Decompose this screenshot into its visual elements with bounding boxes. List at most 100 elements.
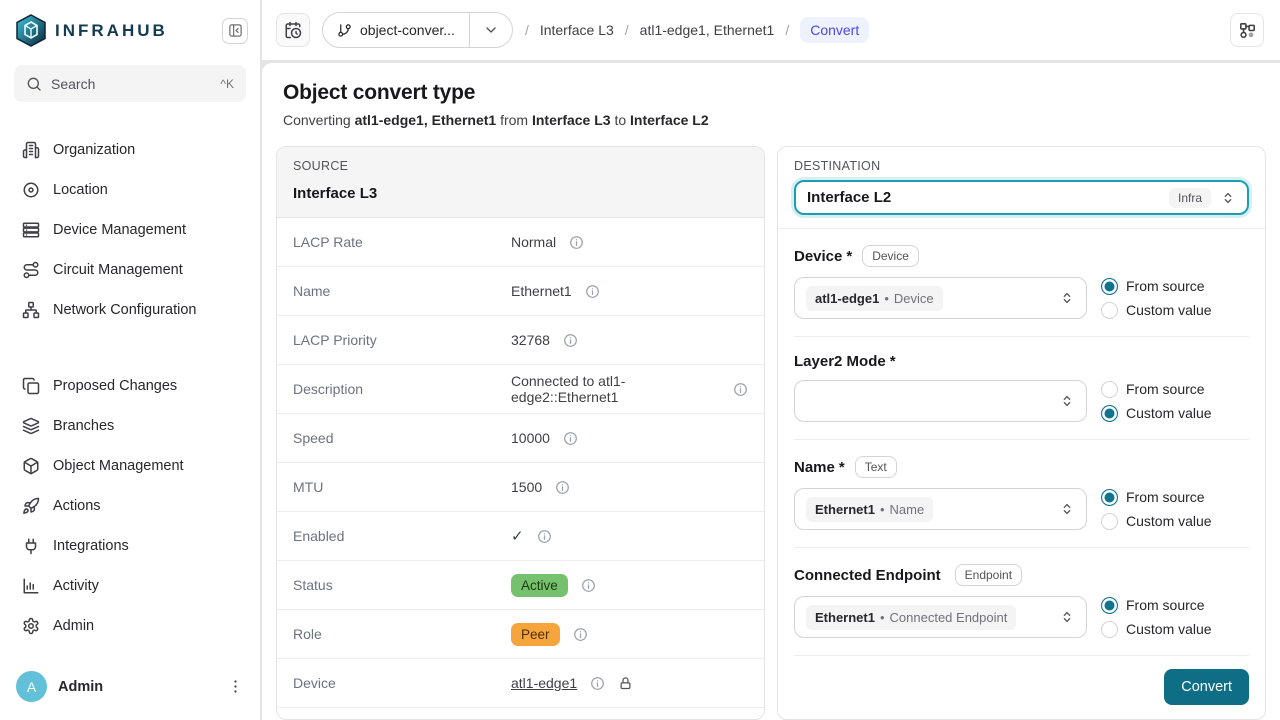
row-label: LACP Rate xyxy=(293,234,511,250)
radio-custom-value[interactable]: Custom value xyxy=(1101,513,1249,530)
sidebar-item-label: Branches xyxy=(53,418,114,434)
radio-dot xyxy=(1101,278,1118,295)
avatar: A xyxy=(16,671,47,702)
sidebar-item-circuit-management[interactable]: Circuit Management xyxy=(10,250,250,290)
field-kind-badge: Endpoint xyxy=(955,564,1022,586)
sidebar-item-integrations[interactable]: Integrations xyxy=(10,526,250,566)
radio-custom-value[interactable]: Custom value xyxy=(1101,621,1249,638)
sidebar-item-organization[interactable]: Organization xyxy=(10,130,250,170)
network-icon xyxy=(22,301,40,319)
info-icon[interactable] xyxy=(590,676,605,691)
info-icon[interactable] xyxy=(569,235,584,250)
search-input[interactable]: Search ^K xyxy=(14,65,246,102)
radio-dot xyxy=(1101,621,1118,638)
sidebar: INFRAHUB Search ^K Organization Location… xyxy=(0,0,260,720)
layer2-mode-select[interactable] xyxy=(794,380,1087,422)
sidebar-item-label: Admin xyxy=(53,618,94,634)
convert-button[interactable]: Convert xyxy=(1164,669,1249,705)
lock-icon xyxy=(618,676,633,691)
branch-selector-current[interactable]: object-conver... xyxy=(323,13,469,47)
info-icon[interactable] xyxy=(585,284,600,299)
sidebar-item-object-management[interactable]: Object Management xyxy=(10,446,250,486)
sidebar-item-label: Location xyxy=(53,182,108,198)
breadcrumb-interface-l3[interactable]: Interface L3 xyxy=(540,22,614,38)
destination-type-select[interactable]: Interface L2 Infra xyxy=(794,180,1249,215)
breadcrumb-separator: / xyxy=(525,22,529,38)
sidebar-item-device-management[interactable]: Device Management xyxy=(10,210,250,250)
sidebar-item-label: Device Management xyxy=(53,222,186,238)
row-value: 32768 xyxy=(511,332,550,348)
field-device: Device* Device atl1-edge1•Device From so… xyxy=(794,229,1249,337)
row-label: Role xyxy=(293,626,511,642)
route-icon xyxy=(22,261,40,279)
sidebar-item-network-configuration[interactable]: Network Configuration xyxy=(10,290,250,330)
user-menu[interactable]: A Admin xyxy=(0,659,260,720)
sidebar-item-admin[interactable]: Admin xyxy=(10,606,250,646)
info-icon[interactable] xyxy=(537,529,552,544)
sidebar-item-proposed-changes[interactable]: Proposed Changes xyxy=(10,366,250,406)
info-icon[interactable] xyxy=(563,431,578,446)
field-name: Name* Text Ethernet1•Name From source Cu… xyxy=(794,440,1249,548)
panels: SOURCE Interface L3 LACP Rate Normal Nam… xyxy=(268,146,1274,720)
search-placeholder: Search xyxy=(51,76,95,92)
branch-dropdown-button[interactable] xyxy=(470,13,512,47)
row-label: Enabled xyxy=(293,528,511,544)
user-menu-button[interactable] xyxy=(227,678,244,695)
page-subtitle: Converting atl1-edge1, Ethernet1 from In… xyxy=(283,112,1274,128)
device-link[interactable]: atl1-edge1 xyxy=(511,675,577,691)
radio-label: Custom value xyxy=(1126,405,1212,421)
radio-from-source[interactable]: From source xyxy=(1101,278,1249,295)
destination-type-value: Interface L2 xyxy=(807,189,891,206)
layer2-mode-source-toggle: From source Custom value xyxy=(1101,381,1249,422)
radio-dot xyxy=(1101,302,1118,319)
sidebar-item-label: Network Configuration xyxy=(53,302,196,318)
info-icon[interactable] xyxy=(581,578,596,593)
connected-endpoint-select[interactable]: Ethernet1•Connected Endpoint xyxy=(794,596,1087,638)
row-value: 10000 xyxy=(511,430,550,446)
info-icon[interactable] xyxy=(555,480,570,495)
device-select[interactable]: atl1-edge1•Device xyxy=(794,277,1087,319)
radio-dot xyxy=(1101,381,1118,398)
radio-label: From source xyxy=(1126,278,1205,294)
schema-button[interactable] xyxy=(1230,13,1264,47)
breadcrumb-object[interactable]: atl1-edge1, Ethernet1 xyxy=(640,22,775,38)
sidebar-item-label: Actions xyxy=(53,498,101,514)
radio-from-source[interactable]: From source xyxy=(1101,381,1249,398)
branch-selector[interactable]: object-conver... xyxy=(322,12,513,48)
breadcrumb-separator: / xyxy=(785,22,789,38)
subtitle-to-type: Interface L2 xyxy=(630,112,709,128)
sidebar-item-branches[interactable]: Branches xyxy=(10,406,250,446)
source-type: Interface L3 xyxy=(293,185,748,202)
source-row-enabled: Enabled ✓ xyxy=(277,512,764,561)
source-row-status: Status Active xyxy=(277,561,764,610)
subtitle-from-type: Interface L3 xyxy=(532,112,611,128)
role-badge: Peer xyxy=(511,623,560,646)
info-icon[interactable] xyxy=(573,627,588,642)
breadcrumb-convert-badge[interactable]: Convert xyxy=(800,17,869,43)
radio-from-source[interactable]: From source xyxy=(1101,489,1249,506)
sidebar-collapse-button[interactable] xyxy=(222,18,248,44)
source-row-mtu: MTU 1500 xyxy=(277,463,764,512)
sidebar-item-label: Organization xyxy=(53,142,135,158)
radio-label: Custom value xyxy=(1126,513,1212,529)
subtitle-text: to xyxy=(611,112,630,128)
radio-custom-value[interactable]: Custom value xyxy=(1101,302,1249,319)
breadcrumb-separator: / xyxy=(625,22,629,38)
name-select[interactable]: Ethernet1•Name xyxy=(794,488,1087,530)
sidebar-nav-primary: Organization Location Device Management … xyxy=(0,130,260,330)
device-source-toggle: From source Custom value xyxy=(1101,278,1249,319)
row-label: MTU xyxy=(293,479,511,495)
time-travel-button[interactable] xyxy=(276,13,310,47)
radio-label: From source xyxy=(1126,597,1205,613)
info-icon[interactable] xyxy=(733,382,748,397)
sidebar-item-location[interactable]: Location xyxy=(10,170,250,210)
sidebar-item-activity[interactable]: Activity xyxy=(10,566,250,606)
sidebar-item-actions[interactable]: Actions xyxy=(10,486,250,526)
radio-custom-value[interactable]: Custom value xyxy=(1101,405,1249,422)
radio-from-source[interactable]: From source xyxy=(1101,597,1249,614)
search-shortcut: ^K xyxy=(220,77,234,91)
row-value: Connected to atl1-edge2::Ethernet1 xyxy=(511,373,720,405)
info-icon[interactable] xyxy=(563,333,578,348)
breadcrumb: / Interface L3 / atl1-edge1, Ethernet1 /… xyxy=(525,17,869,43)
field-kind-badge: Device xyxy=(862,245,919,267)
